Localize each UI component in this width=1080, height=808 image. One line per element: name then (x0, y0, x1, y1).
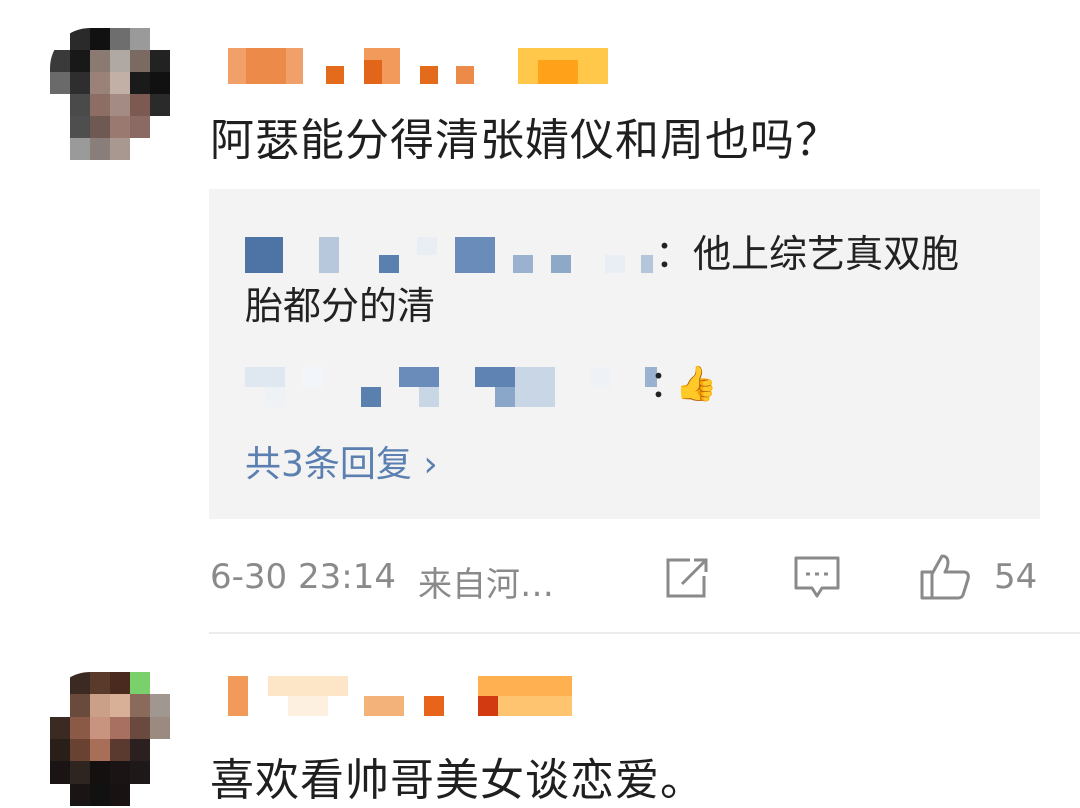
like-count: 54 (994, 557, 1038, 597)
username[interactable] (228, 676, 578, 716)
avatar[interactable] (50, 672, 170, 806)
reply-text: ：他上综艺真双胞 (655, 232, 960, 276)
comment-text: 喜欢看帅哥美女谈恋爱。 (210, 755, 705, 806)
view-all-replies-link[interactable]: 共3条回复 › (245, 435, 438, 487)
comment-icon[interactable] (792, 554, 842, 602)
share-icon[interactable] (662, 556, 712, 602)
username[interactable] (228, 48, 618, 84)
reply-username[interactable] (245, 367, 657, 407)
thumbs-up-emoji: 👍 (675, 364, 718, 404)
comment-time: 6-30 23:14 (210, 557, 396, 597)
reply-text-continued: 胎都分的清 (245, 284, 436, 328)
comment-source: 来自河… (418, 565, 554, 605)
thumbs-up-icon[interactable] (918, 552, 972, 602)
reply-username[interactable] (245, 237, 665, 273)
comment-text: 阿瑟能分得清张婧仪和周也吗？ (210, 115, 840, 166)
divider (209, 632, 1080, 634)
avatar[interactable] (50, 28, 170, 160)
reply-preview[interactable]: ：他上综艺真双胞 胎都分的清 ： 👍 共3条回复 › (209, 189, 1040, 519)
